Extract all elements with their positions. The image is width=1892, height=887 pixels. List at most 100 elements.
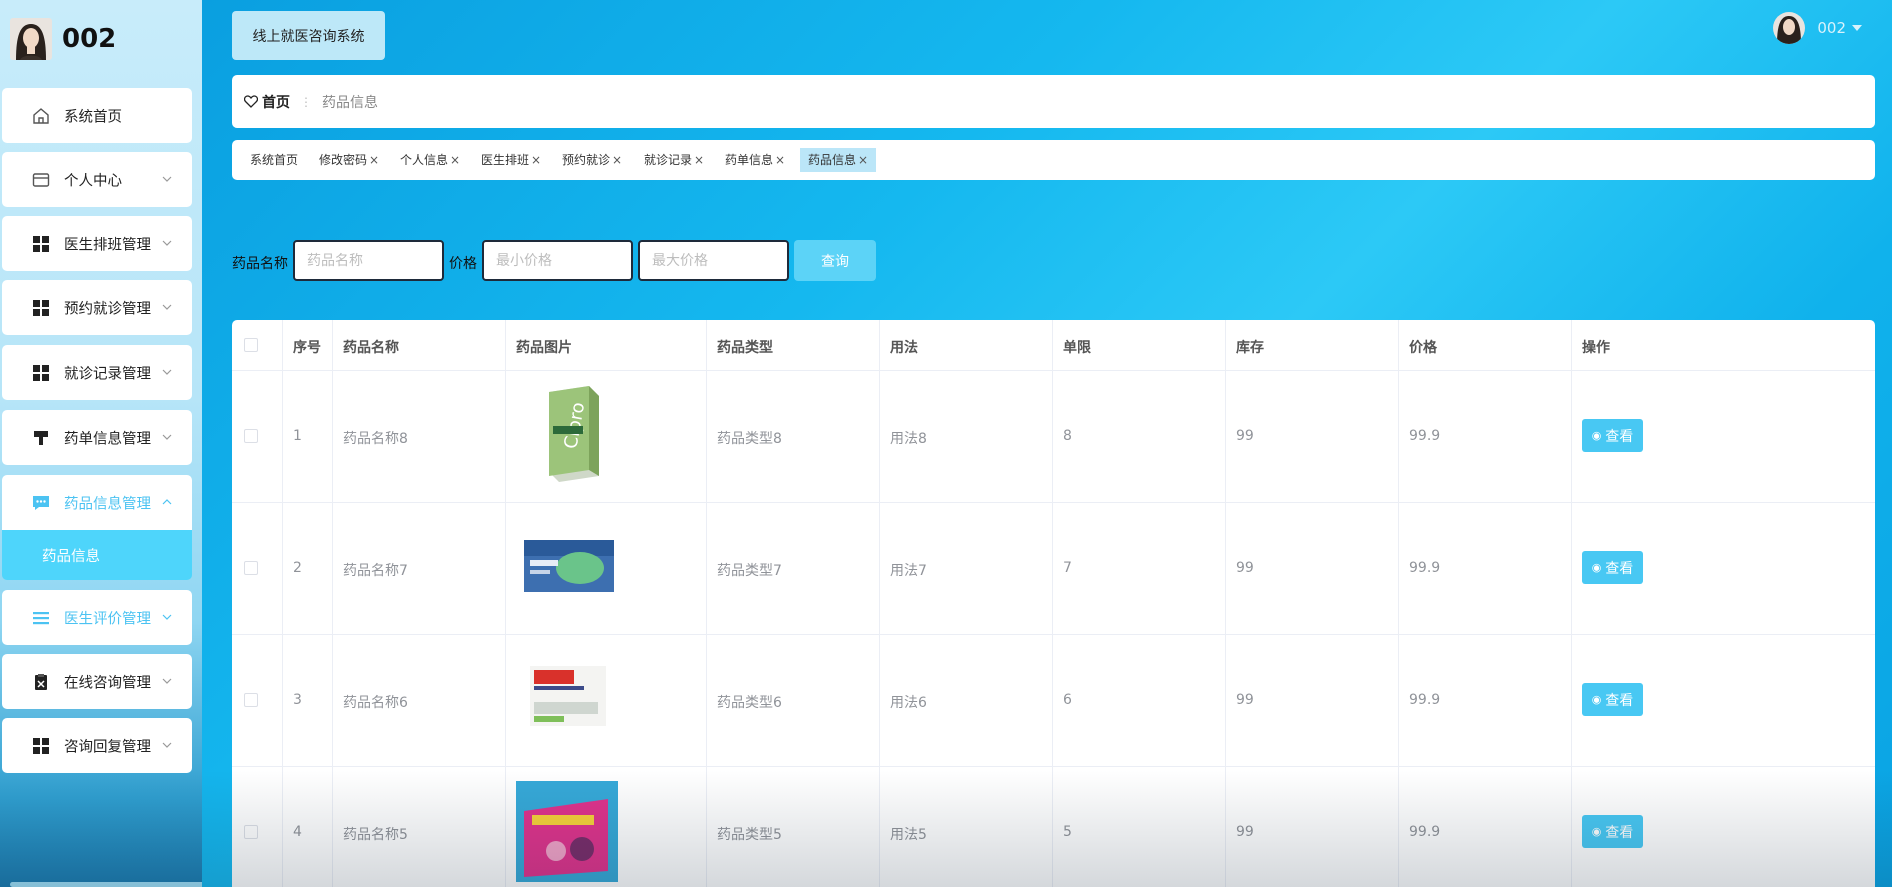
view-button[interactable]: ◉ 查看	[1582, 551, 1643, 584]
breadcrumb-home[interactable]: 首页	[262, 92, 290, 112]
tag-home[interactable]: 系统首页	[242, 148, 306, 172]
card-icon	[32, 172, 50, 187]
view-button[interactable]: ◉ 查看	[1582, 815, 1643, 848]
tag-change-password[interactable]: 修改密码 ×	[311, 148, 387, 172]
medicine-image	[524, 540, 614, 592]
row-checkbox[interactable]	[244, 429, 258, 443]
medicine-type: 药品类型6	[717, 695, 782, 711]
row-checkbox[interactable]	[244, 693, 258, 707]
column-header: 单限	[1063, 340, 1091, 356]
row-checkbox[interactable]	[244, 561, 258, 575]
grid-icon	[33, 299, 49, 316]
column-header: 库存	[1236, 340, 1264, 356]
column-header: 药品类型	[717, 340, 773, 356]
sidebar-item-appointment[interactable]: 预约就诊管理	[2, 280, 192, 335]
tag-label: 医生排班	[481, 153, 530, 167]
medicine-name-input[interactable]	[293, 240, 444, 281]
caret-down-icon	[1852, 25, 1862, 31]
close-icon[interactable]: ×	[775, 153, 785, 167]
sidebar-item-label: 在线咨询管理	[64, 675, 151, 691]
chevron-down-icon	[162, 176, 172, 182]
sidebar-item-doctor-schedule[interactable]: 医生排班管理	[2, 216, 192, 271]
medicine-usage: 用法5	[890, 827, 927, 843]
system-title-button[interactable]: 线上就医咨询系统	[232, 11, 385, 60]
medicine-stock: 99	[1236, 560, 1254, 576]
medicine-image	[530, 666, 606, 726]
sidebar-subitem-medicine-info[interactable]: 药品信息	[2, 530, 192, 580]
max-price-input[interactable]	[638, 240, 789, 281]
view-button[interactable]: ◉ 查看	[1582, 683, 1643, 716]
medicine-limit: 5	[1063, 824, 1072, 840]
column-header: 序号	[293, 340, 321, 356]
breadcrumb: 首页 ⋮ 药品信息	[232, 75, 1875, 128]
close-icon[interactable]: ×	[612, 153, 622, 167]
tag-appointment[interactable]: 预约就诊 ×	[554, 148, 630, 172]
view-button-label: 查看	[1605, 560, 1634, 577]
query-button[interactable]: 查询	[794, 240, 876, 281]
medicine-name: 药品名称5	[343, 827, 408, 843]
sidebar-scrollbar[interactable]	[10, 882, 210, 887]
sidebar-item-label: 就诊记录管理	[64, 366, 151, 382]
chat-icon	[33, 495, 49, 510]
close-icon[interactable]: ×	[858, 153, 868, 167]
heart-icon	[244, 95, 258, 108]
sidebar-item-prescription[interactable]: 药单信息管理	[2, 410, 192, 465]
close-icon[interactable]: ×	[531, 153, 541, 167]
user-avatar	[1773, 12, 1806, 44]
sidebar-item-label: 医生评价管理	[64, 611, 151, 627]
sidebar-item-profile[interactable]: 个人中心	[2, 152, 192, 207]
list-icon	[33, 611, 49, 624]
close-icon[interactable]: ×	[694, 153, 704, 167]
tag-prescription[interactable]: 药单信息 ×	[717, 148, 793, 172]
close-icon[interactable]: ×	[369, 153, 379, 167]
tag-label: 个人信息	[400, 153, 449, 167]
medicine-usage: 用法6	[890, 695, 927, 711]
tag-personal-info[interactable]: 个人信息 ×	[392, 148, 468, 172]
tag-label: 药品信息	[808, 153, 857, 167]
sidebar-item-medicine[interactable]: 药品信息管理	[2, 475, 192, 530]
medicine-type: 药品类型5	[717, 827, 782, 843]
eye-icon: ◉	[1591, 825, 1602, 838]
sidebar-item-visit-record[interactable]: 就诊记录管理	[2, 345, 192, 400]
sidebar-item-home[interactable]: 系统首页	[2, 88, 192, 143]
chevron-down-icon	[162, 742, 172, 748]
sidebar-item-consult-reply[interactable]: 咨询回复管理	[2, 718, 192, 773]
grid-icon	[33, 364, 49, 381]
tag-visit-record[interactable]: 就诊记录 ×	[636, 148, 712, 172]
tag-doctor-schedule[interactable]: 医生排班 ×	[473, 148, 549, 172]
view-button-label: 查看	[1605, 824, 1634, 841]
column-header: 用法	[890, 340, 918, 356]
column-header: 药品名称	[343, 340, 399, 356]
medicine-price: 99.9	[1409, 428, 1441, 444]
chevron-down-icon	[162, 614, 172, 620]
row-checkbox[interactable]	[244, 825, 258, 839]
view-button[interactable]: ◉ 查看	[1582, 419, 1643, 452]
row-index: 3	[293, 692, 302, 708]
sidebar-item-online-consult[interactable]: 在线咨询管理	[2, 654, 192, 709]
select-all-checkbox[interactable]	[244, 338, 258, 352]
sidebar-item-label: 医生排班管理	[64, 237, 151, 253]
medicine-name: 药品名称8	[343, 431, 408, 447]
sidebar-item-doctor-review[interactable]: 医生评价管理	[2, 590, 192, 645]
medicine-type: 药品类型7	[717, 563, 782, 579]
row-index: 2	[293, 560, 302, 576]
medicine-image	[516, 781, 618, 882]
chevron-down-icon	[162, 240, 172, 246]
user-menu[interactable]: 002	[1773, 12, 1862, 44]
close-icon[interactable]: ×	[450, 153, 460, 167]
sidebar-subitem-label: 药品信息	[42, 548, 100, 565]
row-index: 4	[293, 824, 302, 840]
tag-medicine-info[interactable]: 药品信息 ×	[800, 148, 877, 172]
medicine-name-label: 药品名称	[232, 256, 288, 272]
medicine-limit: 8	[1063, 428, 1072, 444]
grid-icon	[33, 737, 49, 754]
min-price-input[interactable]	[482, 240, 633, 281]
sidebar: 002 系统首页 个人中心 医生排班管理 预约就诊管理 就诊记录管理 药单信息管…	[0, 0, 210, 887]
brand: 002	[10, 17, 116, 61]
medicine-table: 序号 药品名称 药品图片 药品类型 用法 单限 库存 价格 操作 1 药品名称8…	[232, 320, 1875, 887]
home-icon	[33, 107, 49, 124]
chevron-down-icon	[162, 304, 172, 310]
main-content: 线上就医咨询系统 002 首页 ⋮ 药品信息 系统首页 修改密码 × 个人信息 × …	[202, 0, 1892, 887]
breadcrumb-current: 药品信息	[322, 94, 378, 111]
chevron-up-icon	[162, 498, 172, 504]
